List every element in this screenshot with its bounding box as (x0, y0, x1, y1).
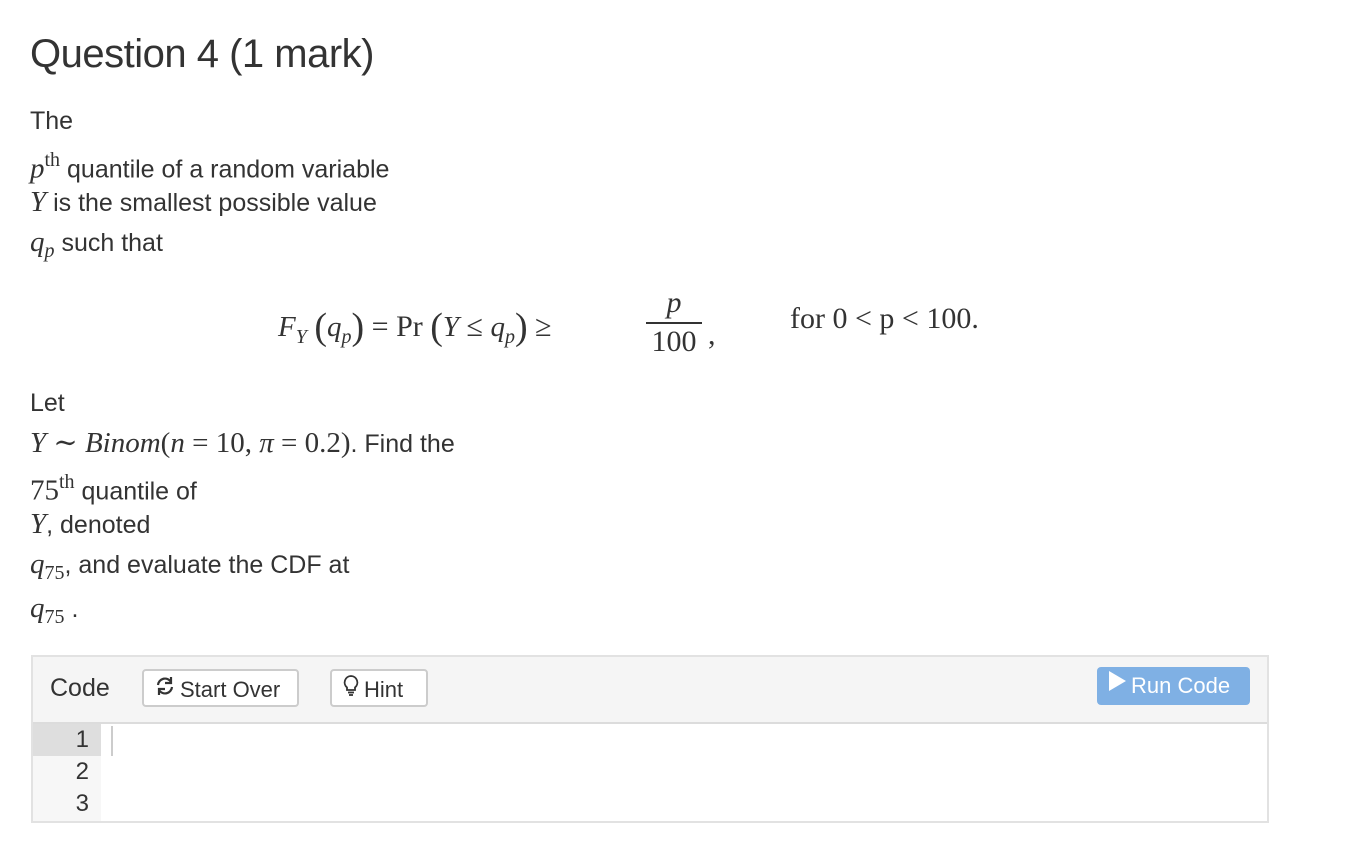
math-q-eq-2: q (490, 311, 506, 343)
left-paren-2: ( (430, 306, 443, 348)
question-title: Question 4 (1 mark) (30, 32, 374, 76)
math-q-task-2: q (30, 592, 45, 624)
math-eq-10: = 10, (184, 427, 260, 459)
task-quantile-of: quantile of (74, 477, 197, 506)
math-th-superscript: th (44, 149, 61, 171)
refresh-icon (154, 670, 176, 708)
code-exercise-panel: Code Start Over Hint Run Code 1 2 3 (31, 655, 1269, 823)
line-number: 2 (75, 758, 89, 785)
leq-sign: ≤ (459, 310, 491, 343)
line-number: 1 (33, 724, 101, 756)
start-over-button[interactable]: Start Over (142, 669, 299, 707)
run-code-label: Run Code (1131, 673, 1231, 698)
code-editor[interactable]: 1 2 3 (33, 724, 1267, 821)
math-p-subscript: p (44, 240, 55, 262)
math-sim: ∼ (46, 427, 85, 459)
math-Y-task: Y (30, 427, 47, 459)
intro-the: The (30, 107, 74, 135)
intro-line-1: The (30, 105, 73, 137)
equation-comma: , (708, 318, 716, 351)
math-eq-0-2: = 0.2) (273, 427, 351, 459)
equals-pr: = Pr (364, 310, 431, 343)
exercise-toolbar: Code Start Over Hint Run Code (33, 657, 1267, 724)
task-find-the: . Find the (350, 430, 455, 458)
intro-quantile-text: quantile of a random variable (60, 155, 390, 184)
play-icon (1107, 666, 1127, 704)
code-label: Code (50, 674, 110, 702)
math-q: q (30, 226, 45, 258)
right-paren-2: ) (515, 306, 528, 348)
equation-lhs: FY (qp) = Pr (Y ≤ qp) ≥ (278, 302, 552, 349)
task-line-6: q75 . (30, 592, 78, 633)
math-75-subscript: 75 (44, 562, 65, 584)
right-paren: ) (351, 306, 365, 348)
math-n: n (170, 427, 185, 459)
equation-condition: for 0 < p < 100. (790, 302, 979, 335)
fraction-denominator: 100 (651, 325, 697, 358)
math-Y: Y (30, 186, 47, 218)
task-denoted: , denoted (46, 511, 151, 539)
line-number: 3 (75, 790, 89, 817)
geq-sign: ≥ (527, 310, 552, 343)
lightbulb-icon (342, 670, 360, 708)
intro-line-2: pth quantile of a random variable (30, 146, 389, 185)
left-paren: ( (314, 306, 327, 348)
intro-smallest-text: is the smallest possible value (46, 189, 377, 217)
task-let: Let (30, 389, 65, 417)
task-period: . (64, 595, 79, 623)
run-code-button[interactable]: Run Code (1097, 667, 1250, 705)
math-p: p (30, 152, 45, 185)
intro-line-3: Y is the smallest possible value (30, 186, 377, 219)
intro-line-4: qp such that (30, 226, 163, 267)
task-line-1: Let (30, 387, 65, 419)
math-75-subscript-2: 75 (44, 606, 65, 628)
math-F: F (278, 311, 296, 343)
hint-label: Hint (364, 677, 404, 702)
math-Y-subscript: Y (295, 326, 307, 348)
line-number-gutter: 1 2 3 (33, 724, 101, 821)
math-paren-open: ( (160, 427, 171, 459)
math-th-superscript-2: th (59, 471, 75, 493)
math-p-sub-eq-2: p (505, 326, 516, 348)
math-p-sub-eq: p (341, 326, 352, 348)
fraction-bar (646, 322, 702, 324)
quantile-definition-equation: FY (qp) = Pr (Y ≤ qp) ≥ p 100 , (278, 288, 738, 360)
task-line-3: 75th quantile of (30, 468, 197, 507)
intro-such-that: such that (54, 229, 163, 257)
math-75: 75 (30, 474, 59, 507)
fraction-numerator: p (666, 286, 682, 319)
task-line-4: Y, denoted (30, 508, 150, 541)
fraction-p-over-100: p 100 (644, 288, 704, 358)
task-line-5: q75, and evaluate the CDF at (30, 548, 349, 589)
text-cursor (111, 726, 113, 756)
hint-button[interactable]: Hint (330, 669, 428, 707)
math-q-eq: q (327, 311, 342, 343)
task-line-2: Y ∼ Binom(n = 10, π = 0.2). Find the (30, 427, 455, 460)
task-evaluate: , and evaluate the CDF at (64, 551, 350, 579)
math-binom: Binom (84, 427, 161, 459)
start-over-label: Start Over (180, 677, 281, 702)
code-input-area[interactable] (101, 724, 1267, 821)
math-q-task: q (30, 548, 45, 580)
math-pi: π (259, 427, 274, 459)
math-Y-eq: Y (442, 311, 460, 343)
math-Y-task-2: Y (30, 508, 47, 540)
